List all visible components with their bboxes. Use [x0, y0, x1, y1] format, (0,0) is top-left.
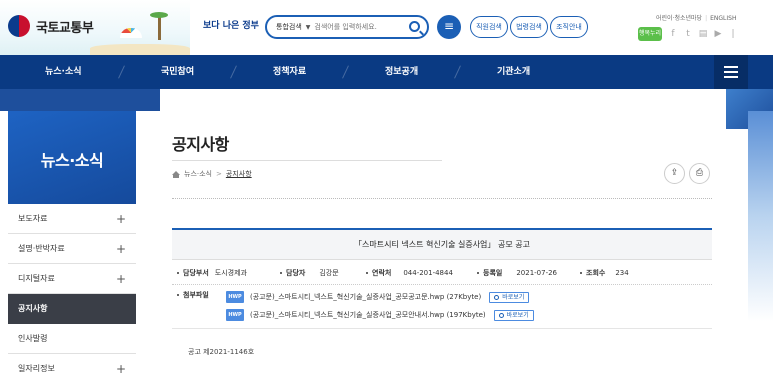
- kids-link[interactable]: 어린이·청소년마당: [656, 15, 702, 22]
- meta-value: 234: [615, 269, 629, 277]
- gov-slogan-text: 보다 나은 정부: [203, 21, 259, 31]
- decor-band: [0, 89, 773, 129]
- meta-value: 도시경제과: [214, 269, 247, 277]
- print-button[interactable]: ⎙: [689, 163, 710, 184]
- meta-contact: 연락처 044-201-4844: [366, 268, 453, 278]
- sidebar-item-label: 일자리정보: [18, 364, 55, 373]
- search-category[interactable]: 통합검색: [276, 22, 302, 32]
- meta-value: 2021-07-26: [516, 269, 558, 277]
- plus-icon[interactable]: +: [116, 264, 126, 294]
- gnb-participation[interactable]: 국민참여: [161, 55, 194, 89]
- home-icon[interactable]: [172, 170, 180, 178]
- twitter-icon[interactable]: t: [683, 29, 693, 39]
- gnb-disclosure[interactable]: 정보공개: [385, 55, 418, 89]
- blog-icon[interactable]: ▤: [698, 29, 708, 39]
- divider: [172, 328, 712, 329]
- preview-label: 바로보기: [506, 311, 529, 319]
- happiness-badge[interactable]: 행복누리: [638, 27, 662, 41]
- sidebar-item-digital[interactable]: 디지털자료 +: [8, 264, 136, 294]
- meta-views: 조회수 234: [580, 268, 629, 278]
- magnifier-icon: [498, 312, 504, 318]
- meta-label: 조회수: [586, 269, 606, 277]
- gnb-policy[interactable]: 정책자료: [273, 55, 306, 89]
- english-link[interactable]: ENGLISH: [710, 15, 736, 22]
- print-icon: ⎙: [695, 168, 704, 178]
- preview-button[interactable]: 바로보기: [489, 291, 530, 303]
- law-search-button[interactable]: 법령검색: [510, 16, 548, 38]
- beach-umbrella-icon: [120, 28, 142, 38]
- divider: [172, 160, 442, 161]
- divider: [172, 198, 712, 199]
- meta-manager: 담당자 김강문: [280, 268, 339, 278]
- plus-icon[interactable]: +: [116, 354, 126, 374]
- sidebar-item-label: 인사발령: [18, 334, 48, 343]
- attachment-link[interactable]: (공고문)_스마트시티_넥스트_혁신기술_실증사업_공모안내서.hwp (197…: [250, 310, 486, 320]
- attachment-item: HWP (공고문)_스마트시티_넥스트_혁신기술_실증사업_공모공고문.hwp …: [226, 290, 530, 304]
- meta-label: 담당자: [286, 269, 306, 277]
- attachment-item: HWP (공고문)_스마트시티_넥스트_혁신기술_실증사업_공모안내서.hwp …: [226, 308, 534, 322]
- attachment-link[interactable]: (공고문)_스마트시티_넥스트_혁신기술_실증사업_공모공고문.hwp (27K…: [250, 292, 481, 302]
- search-input[interactable]: [314, 23, 395, 31]
- meta-date: 등록일 2021-07-26: [477, 268, 557, 278]
- breadcrumb-current[interactable]: 공지사항: [226, 169, 252, 179]
- lnb-header: 뉴스·소식: [8, 111, 136, 204]
- search-box: 통합검색 ▼: [265, 15, 429, 39]
- meta-value: 김강문: [319, 269, 339, 277]
- plus-icon[interactable]: +: [116, 204, 126, 234]
- main-navigation: 뉴스·소식 국민참여 정책자료 정보공개 기관소개: [0, 55, 773, 89]
- logo-text: 국토교통부: [36, 20, 94, 36]
- org-info-button[interactable]: 조직안내: [550, 16, 588, 38]
- meta-label: 연락처: [372, 269, 392, 277]
- share-button[interactable]: ⇪: [664, 163, 685, 184]
- plus-icon[interactable]: +: [116, 234, 126, 264]
- youtube-icon[interactable]: ▶: [713, 29, 723, 39]
- sidebar-item-explanation[interactable]: 설명·반박자료 +: [8, 234, 136, 264]
- gnb-about[interactable]: 기관소개: [497, 55, 530, 89]
- meta-label: 담당부서: [183, 269, 209, 277]
- lnb-title: 뉴스·소식: [40, 151, 104, 170]
- sitemap-button[interactable]: ≡: [437, 15, 461, 39]
- preview-button[interactable]: 바로보기: [493, 309, 534, 321]
- breadcrumb-item[interactable]: 뉴스·소식: [184, 169, 212, 179]
- divider: [172, 284, 712, 285]
- meta-department: 담당부서 도시경제과: [177, 268, 247, 278]
- sidebar-item-press[interactable]: 보도자료 +: [8, 204, 136, 234]
- breadcrumb: 뉴스·소식 > 공지사항: [172, 169, 252, 179]
- post-title: 「스마트시티 넥스트 혁신기술 실증사업」 공모 공고: [172, 230, 712, 260]
- facebook-icon[interactable]: f: [668, 29, 678, 39]
- search-icon[interactable]: [409, 21, 420, 32]
- sidebar-item-label: 공지사항: [18, 304, 48, 313]
- preview-label: 바로보기: [502, 293, 525, 301]
- sns-links: 행복누리 f t ▤ ▶ ❘: [638, 27, 743, 41]
- magnifier-icon: [494, 294, 500, 300]
- hamburger-menu-button[interactable]: [714, 55, 748, 89]
- chevron-right-icon: >: [216, 170, 222, 178]
- attachment-label-text: 첨부파일: [183, 291, 209, 299]
- chevron-down-icon[interactable]: ▼: [306, 24, 311, 31]
- share-icon: ⇪: [670, 168, 679, 178]
- kakao-icon[interactable]: ❘: [728, 29, 738, 39]
- sidebar-item-label: 보도자료: [18, 214, 48, 223]
- sidebar-item-label: 설명·반박자료: [18, 244, 65, 253]
- hwp-file-icon: HWP: [226, 291, 244, 303]
- sidebar-item-notice[interactable]: 공지사항: [8, 294, 136, 324]
- site-logo[interactable]: 국토교통부: [8, 9, 94, 43]
- taegeuk-emblem-icon: [8, 15, 30, 37]
- sidebar-item-label: 디지털자료: [18, 274, 55, 283]
- page-title: 공지사항: [172, 135, 229, 154]
- gov-slogan-logo: 보다 나은 정부: [203, 18, 259, 31]
- meta-value: 044-201-4844: [403, 269, 453, 277]
- hwp-file-icon: HWP: [226, 309, 244, 321]
- sidebar-item-jobs[interactable]: 일자리정보 +: [8, 354, 136, 374]
- attachment-label: 첨부파일: [177, 290, 209, 300]
- gnb-news[interactable]: 뉴스·소식: [45, 55, 82, 89]
- util-links: 어린이·청소년마당 | ENGLISH: [656, 15, 737, 22]
- post-body: 공고 제2021-1146호: [188, 348, 255, 356]
- header: 국토교통부 보다 나은 정부 통합검색 ▼ ≡ 직원검색 법령검색 조직안내 어…: [0, 0, 773, 55]
- sidebar-item-personnel[interactable]: 인사발령: [8, 324, 136, 354]
- meta-label: 등록일: [483, 269, 503, 277]
- staff-search-button[interactable]: 직원검색: [470, 16, 508, 38]
- right-decoration: [748, 111, 773, 374]
